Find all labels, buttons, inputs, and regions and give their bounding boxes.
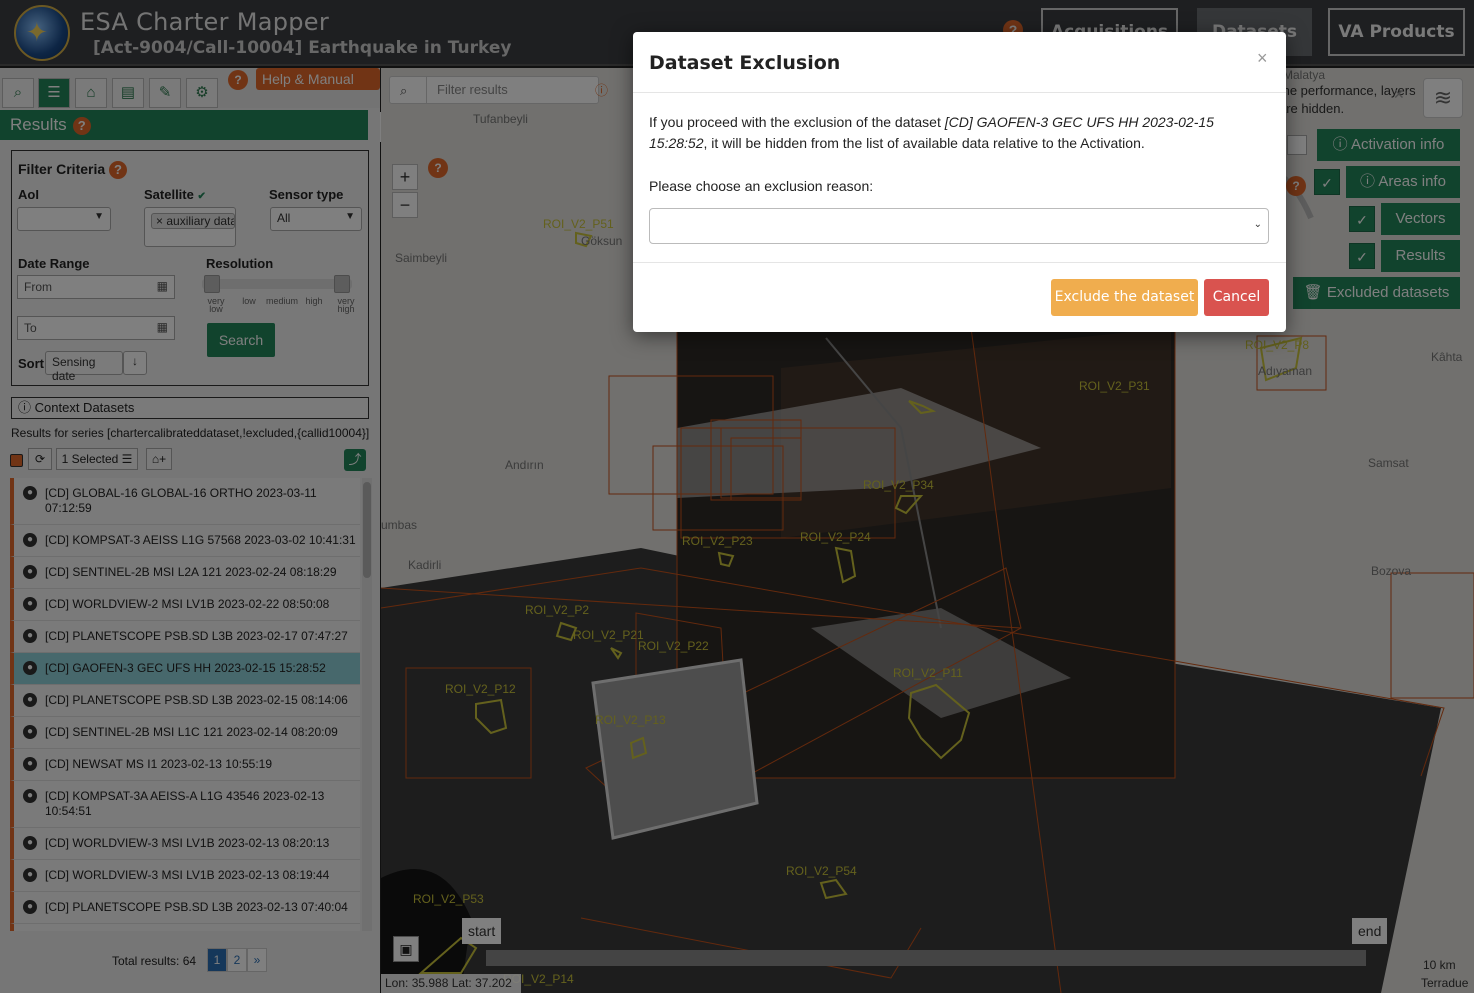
modal-text-before: If you proceed with the exclusion of the… (649, 114, 945, 130)
cancel-button[interactable]: Cancel (1204, 279, 1269, 316)
modal-message: If you proceed with the exclusion of the… (649, 112, 1271, 154)
exclusion-reason-label: Please choose an exclusion reason: (649, 178, 874, 194)
exclude-dataset-button[interactable]: Exclude the dataset (1051, 279, 1198, 316)
modal-header: Dataset Exclusion × (633, 32, 1286, 93)
modal-text-after: , it will be hidden from the list of ava… (703, 135, 1145, 151)
exclusion-reason-select[interactable]: ⌄ (649, 208, 1269, 244)
app: ✦ ESA Charter Mapper [Act-9004/Call-1000… (0, 0, 1474, 993)
close-icon[interactable]: × (1257, 48, 1268, 69)
modal-title: Dataset Exclusion (649, 52, 841, 74)
modal-divider (633, 262, 1286, 263)
dataset-exclusion-modal: Dataset Exclusion × If you proceed with … (633, 32, 1286, 332)
chevron-down-icon: ⌄ (1253, 219, 1262, 230)
